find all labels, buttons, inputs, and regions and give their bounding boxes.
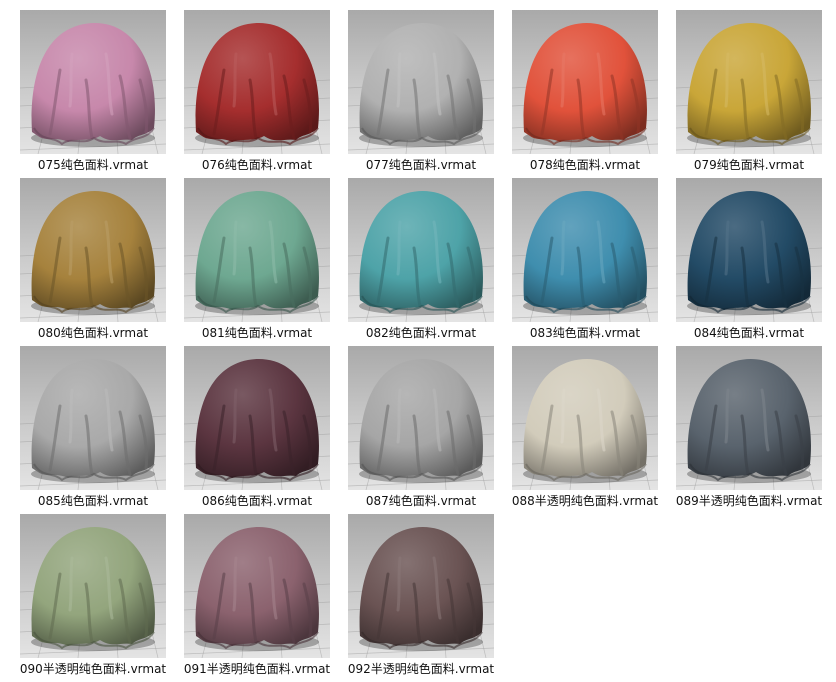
- material-filename: 091半透明纯色面料.vrmat: [183, 662, 331, 676]
- material-tile[interactable]: 075纯色面料.vrmat: [20, 10, 166, 178]
- material-filename: 080纯色面料.vrmat: [37, 326, 149, 340]
- material-preview-image: [184, 10, 330, 154]
- material-tile[interactable]: 076纯色面料.vrmat: [184, 10, 330, 178]
- material-tile[interactable]: 086纯色面料.vrmat: [184, 346, 330, 514]
- material-preview-image: [20, 514, 166, 658]
- material-filename: 077纯色面料.vrmat: [365, 158, 477, 172]
- material-tile[interactable]: 085纯色面料.vrmat: [20, 346, 166, 514]
- material-preview-image: [20, 178, 166, 322]
- material-tile[interactable]: 089半透明纯色面料.vrmat: [676, 346, 822, 514]
- material-filename: 090半透明纯色面料.vrmat: [19, 662, 167, 676]
- material-preview-image: [512, 10, 658, 154]
- material-thumbnail-grid: 075纯色面料.vrmat 076纯色面料.vrmat 077纯色面料.vrmat 0…: [0, 0, 836, 678]
- material-tile[interactable]: 077纯色面料.vrmat: [348, 10, 494, 178]
- material-filename: 076纯色面料.vrmat: [201, 158, 313, 172]
- material-filename: 075纯色面料.vrmat: [37, 158, 149, 172]
- material-preview-image: [184, 178, 330, 322]
- material-tile[interactable]: 083纯色面料.vrmat: [512, 178, 658, 346]
- material-tile[interactable]: 087纯色面料.vrmat: [348, 346, 494, 514]
- material-filename: 089半透明纯色面料.vrmat: [675, 494, 823, 508]
- material-preview-image: [184, 346, 330, 490]
- material-preview-image: [348, 346, 494, 490]
- material-preview-image: [676, 346, 822, 490]
- material-filename: 092半透明纯色面料.vrmat: [347, 662, 495, 676]
- material-filename: 083纯色面料.vrmat: [529, 326, 641, 340]
- material-preview-image: [512, 178, 658, 322]
- material-tile[interactable]: 092半透明纯色面料.vrmat: [348, 514, 494, 682]
- material-tile[interactable]: 082纯色面料.vrmat: [348, 178, 494, 346]
- material-tile[interactable]: 090半透明纯色面料.vrmat: [20, 514, 166, 682]
- material-filename: 078纯色面料.vrmat: [529, 158, 641, 172]
- material-preview-image: [512, 346, 658, 490]
- material-filename: 085纯色面料.vrmat: [37, 494, 149, 508]
- material-preview-image: [676, 178, 822, 322]
- material-preview-image: [348, 178, 494, 322]
- material-tile[interactable]: 078纯色面料.vrmat: [512, 10, 658, 178]
- material-tile[interactable]: 091半透明纯色面料.vrmat: [184, 514, 330, 682]
- material-filename: 081纯色面料.vrmat: [201, 326, 313, 340]
- material-filename: 086纯色面料.vrmat: [201, 494, 313, 508]
- material-tile[interactable]: 084纯色面料.vrmat: [676, 178, 822, 346]
- material-filename: 088半透明纯色面料.vrmat: [511, 494, 659, 508]
- material-preview-image: [348, 514, 494, 658]
- material-tile[interactable]: 081纯色面料.vrmat: [184, 178, 330, 346]
- material-preview-image: [184, 514, 330, 658]
- material-filename: 079纯色面料.vrmat: [693, 158, 805, 172]
- material-preview-image: [20, 346, 166, 490]
- material-tile[interactable]: 080纯色面料.vrmat: [20, 178, 166, 346]
- material-filename: 082纯色面料.vrmat: [365, 326, 477, 340]
- clipped-previous-row-labels: [0, 0, 836, 8]
- material-filename: 084纯色面料.vrmat: [693, 326, 805, 340]
- material-preview-image: [676, 10, 822, 154]
- material-tile[interactable]: 088半透明纯色面料.vrmat: [512, 346, 658, 514]
- material-tile[interactable]: 079纯色面料.vrmat: [676, 10, 822, 178]
- material-filename: 087纯色面料.vrmat: [365, 494, 477, 508]
- material-preview-image: [20, 10, 166, 154]
- material-preview-image: [348, 10, 494, 154]
